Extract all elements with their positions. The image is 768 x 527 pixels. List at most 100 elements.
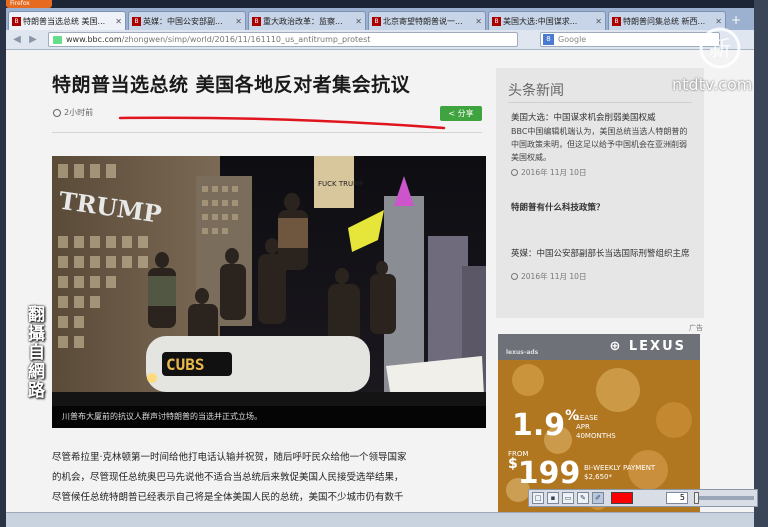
news-date: 2016年 11月 10日 xyxy=(511,271,693,282)
ad-lease-line: LEASE xyxy=(576,414,598,422)
photo-caption: 川普布大厦前的抗议人群声讨特朗普的当选并正式立场。 xyxy=(52,406,486,428)
brush-size-slider[interactable] xyxy=(694,492,754,504)
photo-protest-sign: FUCK TRUMP xyxy=(318,180,363,188)
tab-3[interactable]: B 重大政治改革：监察... ✕ xyxy=(248,11,366,30)
tab-title: 北京寄望特朗普说一... xyxy=(383,16,463,26)
share-label: 分享 xyxy=(457,109,474,118)
save-icon[interactable]: ▪ xyxy=(547,492,559,504)
tab-strip: B 特朗普当选总统 美国... ✕ B 英媒：中国公安部副... ✕ B 重大政… xyxy=(6,8,754,30)
article-photo: TRUMP FUCK TRUMP CUBS 川普布大厦前的抗议人群声讨特朗普的当… xyxy=(52,156,486,428)
close-tab-icon[interactable]: ✕ xyxy=(235,17,242,26)
body-paragraph-line: 的机会，尽管现任总统奥巴马先说他不适合当总统后来敦促美国人民接受选举结果， xyxy=(52,472,404,483)
news-summary: BBC中国编辑机端认为，美国总统当选人特朗普的中国政策未明，但这足以给予中国机会… xyxy=(511,127,688,162)
google-search-icon: 8 xyxy=(543,34,554,45)
ad-source-text: lexus-ads xyxy=(506,349,539,356)
ad-lease-line: APR xyxy=(576,423,590,431)
body-paragraph-line: 尽管希拉里·克林顿第一时间给他打电话认输并祝贺，随后呼吁民众给他一个领导国家 xyxy=(52,452,407,463)
back-arrow-icon[interactable]: ◀ xyxy=(10,33,24,47)
tab-title: 特朗普当选总统 美国... xyxy=(23,16,106,26)
screen-icon[interactable]: ▭ xyxy=(562,492,574,504)
news-headline[interactable]: 英媒：中国公安部副部长当选国际刑警组织主席 xyxy=(511,248,693,261)
navigation-bar: ◀ ▶ www.bbc.com /zhongwen/simp/world/201… xyxy=(6,30,754,50)
monitor-bezel-right xyxy=(754,0,768,527)
screen: Firefox B 特朗普当选总统 美国... ✕ B 英媒：中国公安部副...… xyxy=(0,0,768,527)
site-identity-icon xyxy=(53,35,62,44)
brush-size-field[interactable]: 5 xyxy=(666,492,688,504)
news-headline[interactable]: 特朗普有什么科技政策？ xyxy=(511,202,693,215)
page-content: 特朗普当选总统 美国各地反对者集会抗议 2小时前 < 分享 TRUMP FUCK… xyxy=(6,50,754,512)
tab-2[interactable]: B 英媒：中国公安部副... ✕ xyxy=(128,11,246,30)
url-path: /zhongwen/simp/world/2016/11/161110_us_a… xyxy=(121,35,371,44)
url-host: www.bbc.com xyxy=(66,35,122,44)
logo-glyph: 新 xyxy=(709,37,731,62)
search-bar[interactable]: 8 Google xyxy=(540,32,720,47)
pen-icon[interactable]: ✎ xyxy=(577,492,589,504)
clock-icon xyxy=(53,108,61,117)
status-bar xyxy=(6,512,754,527)
headline-divider xyxy=(52,132,482,133)
lexus-logo: lexus-ads ⊕ LEXUS xyxy=(498,334,700,360)
ad-payment-line: $2,650* xyxy=(584,473,612,481)
news-item-1[interactable]: 美国大选：中国谋求机会削弱美国权威 BBC中国编辑机端认为，美国总统当选人特朗普… xyxy=(511,112,693,178)
forward-arrow-icon[interactable]: ▶ xyxy=(26,33,40,47)
news-item-3[interactable]: 英媒：中国公安部副部长当选国际刑警组织主席 2016年 11月 10日 xyxy=(511,248,693,282)
close-tab-icon[interactable]: ✕ xyxy=(115,17,122,26)
ad-price-currency: $ xyxy=(508,456,518,472)
vertical-source-overlay: 翻攝自網路 xyxy=(24,305,44,400)
protest-photo-illustration: TRUMP FUCK TRUMP CUBS xyxy=(52,156,486,428)
photo-cubs-sign: CUBS xyxy=(166,355,205,374)
bbc-favicon-icon: B xyxy=(492,16,501,26)
color-swatch[interactable] xyxy=(611,492,633,504)
ad-label: 广告 xyxy=(689,324,703,332)
close-tab-icon[interactable]: ✕ xyxy=(475,17,482,26)
lexus-emblem-icon: ⊕ xyxy=(609,339,629,354)
ad-rate: 1.9% xyxy=(512,408,579,443)
bbc-favicon-icon: B xyxy=(372,16,381,26)
tab-title: 重大政治改革：监察... xyxy=(263,16,343,26)
red-underline-annotation xyxy=(118,116,446,130)
ad-payment-line: BI-WEEKLY PAYMENT xyxy=(584,464,656,472)
bbc-favicon-icon: B xyxy=(132,16,141,26)
sidebar-title: 头条新闻 xyxy=(508,83,564,99)
article-time: 2小时前 xyxy=(64,108,94,117)
search-placeholder: Google xyxy=(558,35,587,44)
close-tab-icon[interactable]: ✕ xyxy=(715,17,722,26)
article-body: 尽管希拉里·克林顿第一时间给他打电话认输并祝贺，随后呼吁民众给他一个领导国家 的… xyxy=(52,448,482,508)
share-icon: < xyxy=(448,109,456,118)
tab-title: 英媒：中国公安部副... xyxy=(143,16,223,26)
tab-title: 特朗普问集总统 新西... xyxy=(623,16,706,26)
article-timestamp: 2小时前 xyxy=(53,107,93,118)
ntd-watermark: ntdtv.com xyxy=(672,75,753,94)
top-news-sidebar: 头条新闻 美国大选：中国谋求机会削弱美国权威 BBC中国编辑机端认为，美国总统当… xyxy=(496,68,704,318)
ad-price-value: 199 xyxy=(517,456,581,491)
tab-4[interactable]: B 北京寄望特朗普说一... ✕ xyxy=(368,11,486,30)
news-item-2[interactable]: 特朗普有什么科技政策？ xyxy=(511,202,693,215)
new-page-icon[interactable]: □ xyxy=(532,492,544,504)
ntd-logo-icon: 新 xyxy=(699,27,741,69)
close-tab-icon[interactable]: ✕ xyxy=(355,17,362,26)
bbc-favicon-icon: B xyxy=(12,16,21,26)
url-bar[interactable]: www.bbc.com /zhongwen/simp/world/2016/11… xyxy=(48,32,518,47)
news-date: 2016年 11月 10日 xyxy=(511,167,693,178)
brush-icon[interactable]: ✐ xyxy=(592,492,604,504)
sidebar-divider xyxy=(508,102,692,103)
news-date-text: 2016年 11月 10日 xyxy=(521,272,587,281)
bbc-favicon-icon: B xyxy=(252,16,261,26)
tab-1[interactable]: B 特朗普当选总统 美国... ✕ xyxy=(8,11,126,30)
body-paragraph-line: 尽管候任总统特朗普已经表示自己将是全体美国人民的总统，美国不少城市仍有数千 xyxy=(52,492,404,503)
article-headline: 特朗普当选总统 美国各地反对者集会抗议 xyxy=(52,74,411,96)
news-headline[interactable]: 美国大选：中国谋求机会削弱美国权威 xyxy=(511,112,693,125)
firefox-menu-button[interactable]: Firefox xyxy=(6,0,52,8)
ad-brand: LEXUS xyxy=(628,339,686,354)
ad-price: $199 xyxy=(508,456,580,491)
tab-5[interactable]: B 美国大选:中国谋求... ✕ xyxy=(488,11,606,30)
close-tab-icon[interactable]: ✕ xyxy=(595,17,602,26)
clock-icon xyxy=(511,169,518,176)
lexus-advertisement[interactable]: lexus-ads ⊕ LEXUS 1.9% LEASE APR 40MONTH… xyxy=(498,334,700,512)
slider-knob[interactable] xyxy=(694,492,699,504)
ad-lease-line: 40MONTHS xyxy=(576,432,616,440)
bbc-favicon-icon: B xyxy=(612,16,621,26)
share-button[interactable]: < 分享 xyxy=(440,106,482,121)
ad-rate-value: 1.9 xyxy=(512,408,566,443)
tab-title: 美国大选:中国谋求... xyxy=(503,16,578,26)
